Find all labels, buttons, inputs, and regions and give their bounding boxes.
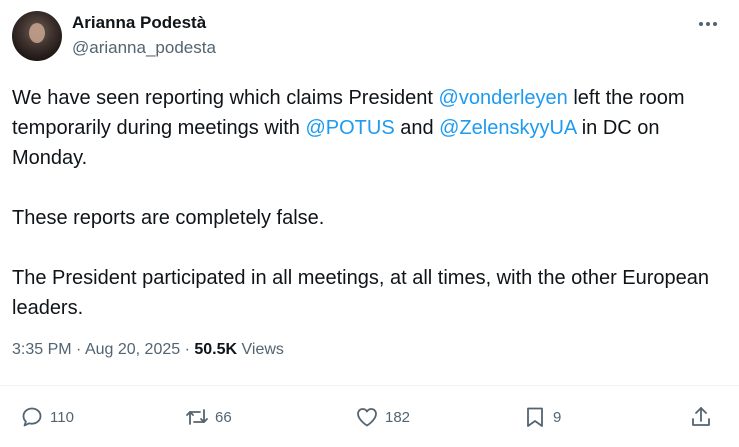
tweet-text: We have seen reporting which claims Pres… bbox=[12, 83, 727, 323]
repost-count: 66 bbox=[215, 408, 232, 426]
heart-icon bbox=[357, 408, 377, 427]
like-count: 182 bbox=[385, 408, 411, 426]
avatar[interactable] bbox=[12, 11, 62, 61]
tweet-card: Arianna Podestà @arianna_podesta We have… bbox=[0, 0, 739, 447]
views-label: Views bbox=[237, 341, 284, 358]
tweet-paragraph-3: The President participated in all meetin… bbox=[12, 267, 710, 319]
text-segment: We have seen reporting which claims Pres… bbox=[12, 87, 439, 109]
like-button[interactable]: 182 bbox=[355, 404, 410, 430]
bookmark-icon bbox=[527, 407, 543, 427]
reply-icon bbox=[22, 407, 42, 427]
share-button[interactable] bbox=[689, 404, 713, 430]
repost-button[interactable]: 66 bbox=[185, 404, 232, 430]
meta-separator: · bbox=[71, 341, 85, 358]
repost-icon bbox=[186, 409, 208, 425]
more-options-button[interactable] bbox=[693, 12, 723, 36]
bookmark-button[interactable]: 9 bbox=[523, 404, 561, 430]
tweet-date[interactable]: Aug 20, 2025 bbox=[85, 341, 180, 358]
display-name[interactable]: Arianna Podestà bbox=[72, 13, 206, 33]
bookmark-count: 9 bbox=[553, 408, 562, 426]
views-count[interactable]: 50.5K bbox=[194, 341, 237, 358]
tweet-meta: 3:35 PM · Aug 20, 2025 · 50.5K Views bbox=[12, 341, 284, 359]
tweet-paragraph-1: We have seen reporting which claims Pres… bbox=[12, 83, 727, 173]
divider bbox=[0, 385, 739, 386]
meta-separator: · bbox=[180, 341, 195, 358]
mention-link[interactable]: @ZelenskyyUA bbox=[439, 117, 576, 139]
share-icon bbox=[692, 407, 710, 426]
text-segment: and bbox=[394, 117, 440, 139]
reply-count: 110 bbox=[50, 408, 74, 426]
mention-link[interactable]: @POTUS bbox=[305, 117, 394, 139]
user-handle[interactable]: @arianna_podesta bbox=[72, 38, 216, 58]
reply-button[interactable]: 110 bbox=[20, 404, 74, 430]
tweet-paragraph-2: These reports are completely false. bbox=[12, 207, 325, 229]
mention-link[interactable]: @vonderleyen bbox=[439, 87, 568, 109]
tweet-time[interactable]: 3:35 PM bbox=[12, 341, 72, 358]
more-horizontal-icon bbox=[699, 22, 717, 26]
